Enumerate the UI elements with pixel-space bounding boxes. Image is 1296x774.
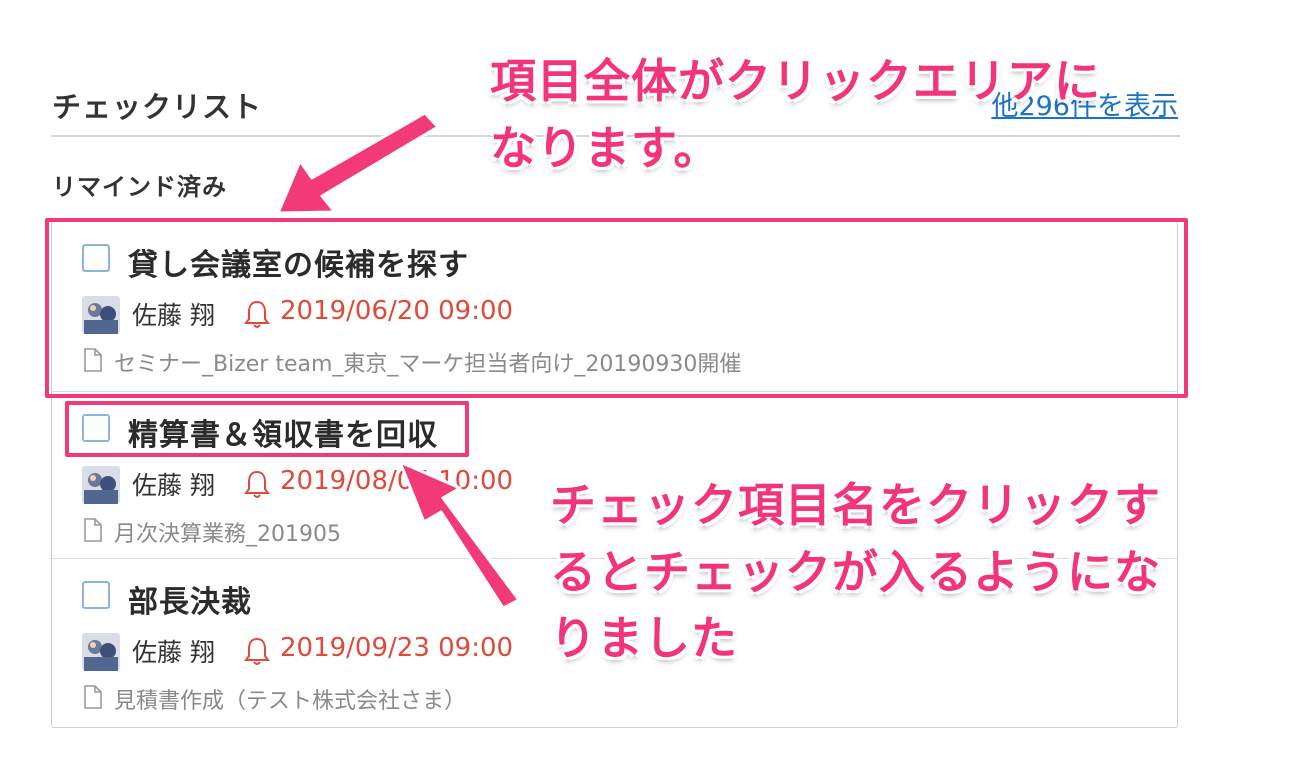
project-name[interactable]: 月次決算業務_201905 (114, 516, 341, 548)
annotation-line: るとチェックが入るようにな (550, 544, 1161, 599)
annotation-line: りました (550, 611, 738, 666)
item-title[interactable]: 部長決裁 (128, 577, 252, 621)
item-title[interactable]: 貸し会議室の候補を探す (128, 240, 469, 284)
reminder-datetime: 2019/06/20 09:00 (280, 296, 514, 326)
document-icon (84, 348, 102, 372)
group-label: リマインド済み (52, 173, 227, 201)
annotation-line: チェック項目名をクリックす (550, 478, 1161, 532)
checklist-item[interactable]: 貸し会議室の候補を探す 佐藤 翔 2019/06/20 09:00 セミナー_B… (52, 222, 1178, 390)
arrow-to-item (276, 111, 440, 215)
bell-icon (244, 300, 270, 328)
item-title[interactable]: 精算書＆領収書を回収 (128, 410, 438, 454)
avatar (82, 296, 120, 334)
bell-icon (244, 470, 270, 498)
item-checkbox[interactable] (82, 414, 110, 442)
section-title: チェックリスト (52, 90, 263, 124)
annotation-line: なります。 (490, 120, 721, 175)
item-checkbox[interactable] (82, 581, 110, 609)
reminder-datetime: 2019/09/23 09:00 (280, 633, 514, 663)
project-name[interactable]: 見積書作成（テスト株式会社さま） (114, 683, 466, 715)
assignee-name: 佐藤 翔 (132, 471, 215, 500)
project-name[interactable]: セミナー_Bizer team_東京_マーケ担当者向け_20190930開催 (114, 346, 741, 378)
document-icon (84, 518, 102, 542)
annotation-line: 項目全体がクリックエリアに (490, 54, 1101, 108)
avatar (82, 466, 120, 504)
bell-icon (244, 637, 270, 665)
annotation-title-click: チェック項目名をクリックす るとチェックが入るようにな りました (550, 472, 1161, 672)
assignee-name: 佐藤 翔 (132, 301, 215, 330)
reminder-datetime: 2019/08/05 10:00 (280, 466, 514, 496)
item-checkbox[interactable] (82, 244, 110, 272)
avatar (82, 633, 120, 671)
annotation-item-area: 項目全体がクリックエリアに なります。 (490, 48, 1101, 181)
assignee-name: 佐藤 翔 (132, 638, 215, 667)
document-icon (84, 685, 102, 709)
